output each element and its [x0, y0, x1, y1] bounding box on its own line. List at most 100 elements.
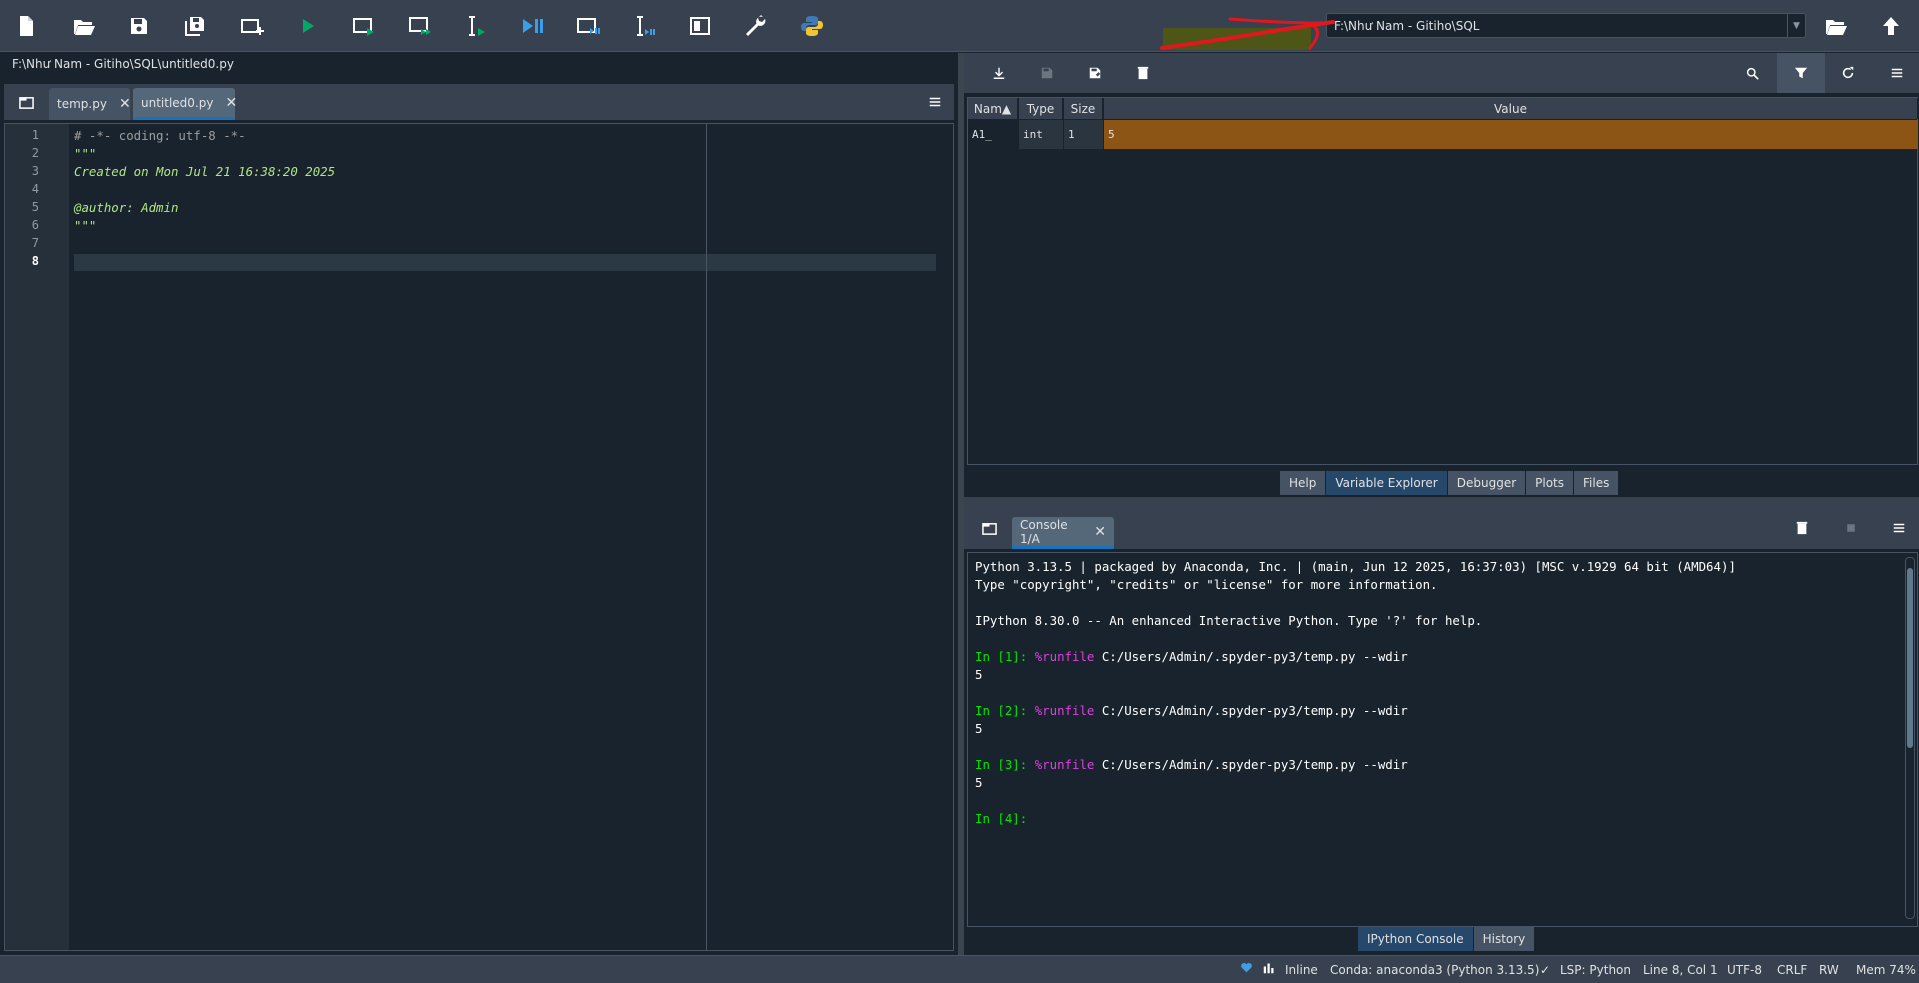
code-editor[interactable]: 1 2 3 4 5 6 7 8 # -*- coding: utf-8 -*- … — [4, 123, 954, 951]
tab-console-1a[interactable]: Console 1/A ✕ — [1012, 517, 1114, 549]
input-prompt[interactable]: In [4]: — [975, 811, 1027, 826]
close-icon[interactable]: ✕ — [1094, 524, 1106, 540]
open-file-icon[interactable] — [68, 10, 100, 42]
tab-help[interactable]: Help — [1280, 471, 1327, 495]
conda-env-status[interactable]: Conda: anaconda3 (Python 3.13.5) — [1330, 963, 1539, 977]
top-pane-tab-bar: Help Variable Explorer Debugger Plots Fi… — [1280, 471, 1620, 495]
browse-directory-icon[interactable] — [1820, 10, 1852, 42]
tab-variable-explorer[interactable]: Variable Explorer — [1326, 471, 1448, 495]
filter-button[interactable] — [1777, 53, 1825, 93]
save-data-icon[interactable] — [1036, 62, 1058, 84]
variable-size-cell[interactable]: 1 — [1064, 120, 1103, 149]
tab-label: untitled0.py — [141, 95, 214, 110]
close-icon[interactable]: ✕ — [119, 96, 131, 112]
check-icon: ✓ — [1540, 963, 1551, 977]
line-number: 1 — [31, 128, 39, 142]
status-bar: Inline Conda: anaconda3 (Python 3.13.5) … — [0, 955, 1919, 983]
tab-files[interactable]: Files — [1574, 471, 1620, 495]
input-prompt: In [1]: — [975, 649, 1028, 664]
console-scrollbar[interactable] — [1905, 557, 1915, 919]
console-output: 5 — [975, 667, 983, 682]
console-tab-bar: Console 1/A ✕ — [964, 507, 1919, 549]
create-cell-icon[interactable] — [236, 10, 268, 42]
run-selection-icon[interactable] — [460, 10, 492, 42]
lsp-status[interactable]: LSP: Python — [1560, 963, 1631, 977]
ipython-console[interactable]: Python 3.13.5 | packaged by Anaconda, In… — [967, 552, 1918, 927]
working-directory-combobox[interactable]: F:\Như Nam - Gitiho\SQL ▼ — [1326, 13, 1806, 38]
console-pane: Console 1/A ✕ Python 3.13.5 | packaged b… — [964, 507, 1919, 955]
line-number: 7 — [31, 236, 39, 250]
import-data-icon[interactable] — [988, 62, 1010, 84]
line-number: 4 — [31, 182, 39, 196]
options-menu-icon[interactable] — [1888, 517, 1910, 539]
editor-pane: F:\Như Nam - Gitiho\SQL\untitled0.py tem… — [0, 53, 958, 955]
debug-cell-icon[interactable] — [572, 10, 604, 42]
preferences-icon[interactable] — [740, 10, 772, 42]
refresh-icon[interactable] — [1837, 62, 1859, 84]
python-path-icon[interactable] — [796, 10, 828, 42]
current-line-highlight — [74, 254, 936, 271]
tab-ipython-console[interactable]: IPython Console — [1358, 927, 1474, 951]
remove-variables-icon[interactable] — [1791, 517, 1813, 539]
column-header-size[interactable]: Size — [1064, 98, 1103, 119]
heart-icon[interactable] — [1240, 961, 1253, 977]
maximize-pane-icon[interactable] — [684, 10, 716, 42]
save-file-icon[interactable] — [123, 10, 155, 42]
horizontal-splitter[interactable] — [964, 497, 1919, 507]
column-header-name[interactable]: Nam▲ — [968, 98, 1018, 119]
console-banner: IPython 8.30.0 -- An enhanced Interactiv… — [975, 613, 1483, 628]
chevron-down-icon[interactable]: ▼ — [1787, 14, 1805, 37]
options-menu-icon[interactable] — [924, 91, 946, 113]
variable-name-cell[interactable]: A1_ — [968, 120, 1018, 149]
save-all-icon[interactable] — [179, 10, 211, 42]
run-cell-advance-icon[interactable] — [404, 10, 436, 42]
variable-explorer-toolbar — [964, 53, 1919, 93]
console-input-line: In [1]: %runfile C:/Users/Admin/.spyder-… — [975, 649, 1408, 664]
variable-explorer-pane: Nam▲ Type Size Value A1_ int 1 5 Help Va… — [964, 53, 1919, 497]
line-number: 6 — [31, 218, 39, 232]
tab-history[interactable]: History — [1473, 927, 1536, 951]
editor-file-path: F:\Như Nam - Gitiho\SQL\untitled0.py — [12, 57, 234, 71]
run-file-icon[interactable] — [292, 10, 324, 42]
parent-directory-icon[interactable] — [1875, 10, 1907, 42]
magic-command: %runfile — [1034, 703, 1095, 718]
scrollbar-thumb[interactable] — [1907, 568, 1913, 748]
run-cell-icon[interactable] — [348, 10, 380, 42]
console-banner: Python 3.13.5 | packaged by Anaconda, In… — [975, 559, 1736, 574]
remove-all-variables-icon[interactable] — [1132, 62, 1154, 84]
save-data-as-icon[interactable] — [1084, 62, 1106, 84]
file-permissions: RW — [1819, 963, 1839, 977]
console-output: 5 — [975, 775, 983, 790]
tab-debugger[interactable]: Debugger — [1447, 471, 1527, 495]
variable-type-cell[interactable]: int — [1019, 120, 1063, 149]
bottom-pane-tab-bar: IPython Console History — [1358, 927, 1536, 951]
filter-icon[interactable] — [1790, 62, 1812, 84]
tab-label: temp.py — [57, 97, 107, 111]
editor-tab-bar: temp.py ✕ untitled0.py ✕ — [4, 84, 954, 120]
browse-tabs-icon[interactable] — [15, 91, 37, 113]
code-line: # -*- coding: utf-8 -*- — [74, 128, 246, 143]
options-menu-icon[interactable] — [1886, 62, 1908, 84]
inline-backend-status[interactable]: Inline — [1285, 963, 1318, 977]
stop-kernel-icon[interactable] — [1840, 517, 1862, 539]
column-header-value[interactable]: Value — [1104, 98, 1918, 119]
line-number-gutter: 1 2 3 4 5 6 7 8 — [5, 124, 69, 950]
browse-tabs-icon[interactable] — [978, 517, 1000, 539]
command-args: C:/Users/Admin/.spyder-py3/temp.py --wdi… — [1094, 649, 1408, 664]
code-line: """ — [74, 146, 97, 161]
tab-untitled0-py[interactable]: untitled0.py ✕ — [133, 88, 237, 120]
tab-temp-py[interactable]: temp.py ✕ — [49, 88, 131, 120]
code-line: """ — [74, 218, 97, 233]
annotation-arrow — [1160, 17, 1335, 50]
debug-selection-icon[interactable] — [628, 10, 660, 42]
new-file-icon[interactable] — [10, 10, 42, 42]
tab-plots[interactable]: Plots — [1526, 471, 1575, 495]
column-header-type[interactable]: Type — [1019, 98, 1063, 119]
close-icon[interactable]: ✕ — [225, 95, 237, 111]
working-directory-value[interactable]: F:\Như Nam - Gitiho\SQL — [1327, 19, 1787, 33]
console-output: 5 — [975, 721, 983, 736]
variable-value-cell[interactable]: 5 — [1104, 120, 1918, 149]
debug-file-icon[interactable] — [516, 10, 548, 42]
search-icon[interactable] — [1741, 62, 1763, 84]
line-number: 3 — [31, 164, 39, 178]
